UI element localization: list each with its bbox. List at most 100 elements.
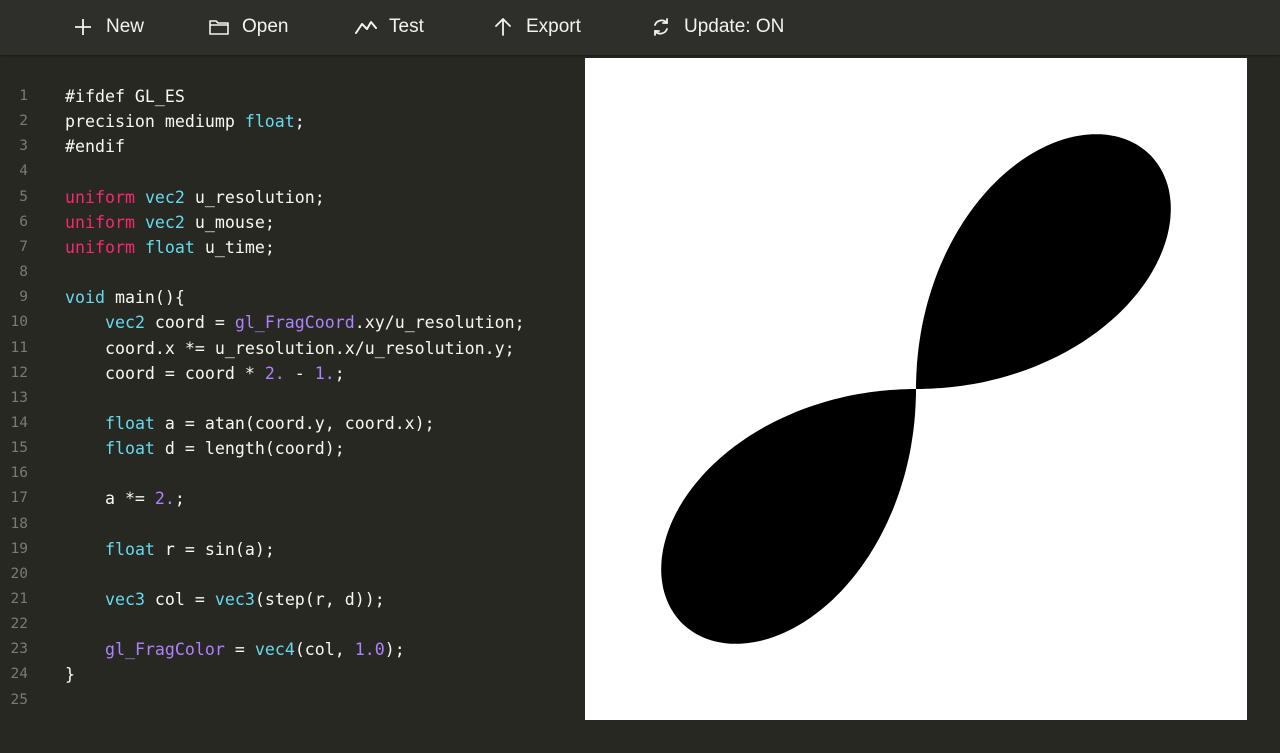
code-line[interactable]: 24} [0,662,584,687]
arrow-up-icon [492,16,514,38]
line-number: 5 [19,188,28,205]
code-text: vec3 col = vec3(step(r, d)); [65,587,385,612]
code-line[interactable]: 1 #ifdef GL_ES [0,84,584,109]
test-button-label: Test [389,15,424,37]
code-line[interactable]: 21 vec3 col = vec3(step(r, d)); [0,587,584,612]
code-token: (col, [294,640,355,660]
code-line[interactable]: 2 precision mediump float; [0,109,584,134]
new-button[interactable]: New [72,0,144,53]
line-number: 11 [10,339,28,356]
code-token: 2. [154,489,175,509]
code-text: } [65,662,75,687]
code-line[interactable]: 19 float r = sin(a); [0,537,584,562]
toolbar: New Open Test Export Update: ON [0,0,1280,55]
code-line[interactable]: 23 gl_FragColor = vec4(col, 1.0); [0,637,584,662]
code-line[interactable]: 8 [0,260,584,285]
open-button[interactable]: Open [208,0,288,53]
code-token: .xy/u_resolution; [354,313,525,333]
line-number: 22 [10,616,28,633]
code-line[interactable]: 9 void main(){ [0,285,584,310]
code-token: } [65,665,75,685]
code-token: float [104,439,155,459]
code-line[interactable]: 18 [0,512,584,537]
code-token: ; [174,489,185,509]
update-toggle[interactable]: Update: ON [650,0,784,53]
code-text: precision mediump float; [65,109,305,134]
code-token: precision mediump [65,112,245,132]
code-token: vec3 [104,590,145,609]
refresh-icon [650,16,672,38]
code-line[interactable]: 13 [0,386,584,411]
shader-preview-canvas[interactable] [585,58,1247,720]
open-button-label: Open [242,15,289,37]
code-token: #endif [65,137,125,157]
new-button-label: New [106,15,145,37]
code-line[interactable]: 3 #endif [0,134,584,159]
line-number: 7 [19,238,28,255]
code-text: uniform vec2 u_resolution; [65,185,325,210]
code-token: uniform [65,237,135,257]
code-token: d = length(coord); [154,439,345,459]
code-line[interactable]: 10 vec2 coord = gl_FragCoord.xy/u_resolu… [0,310,584,335]
code-line[interactable]: 4 [0,159,584,184]
code-token: gl_FragCoord [234,313,355,333]
line-number: 16 [10,465,28,482]
code-line[interactable]: 20 [0,562,584,587]
export-button[interactable]: Export [492,0,581,53]
line-number: 12 [10,364,28,381]
line-number: 24 [10,666,28,683]
code-text: uniform vec2 u_mouse; [65,210,275,235]
code-token: u_mouse; [184,212,275,232]
code-token: a *= [65,489,155,509]
code-token: 1. [314,363,335,383]
test-button[interactable]: Test [355,0,424,53]
code-line[interactable]: 14 float a = atan(coord.y, coord.x); [0,411,584,436]
code-text: #ifdef GL_ES [65,84,185,109]
code-token: ; [294,112,305,132]
line-number: 8 [19,264,28,281]
line-number: 23 [10,641,28,658]
code-text: coord = coord * 2. - 1.; [65,361,345,386]
code-token: coord = coord * [65,363,265,383]
code-token: 1.0 [354,640,385,660]
line-number: 18 [10,515,28,532]
code-line[interactable]: 6 uniform vec2 u_mouse; [0,210,584,235]
code-text: float r = sin(a); [65,537,275,562]
line-number: 3 [19,138,28,155]
code-text: gl_FragColor = vec4(col, 1.0); [65,637,405,662]
code-token: col = [144,590,215,609]
code-line[interactable]: 15 float d = length(coord); [0,436,584,461]
code-token: (step(r, d)); [254,590,385,609]
update-toggle-label: Update: ON [684,15,785,37]
code-token: vec2 [104,313,145,333]
preview-render [661,134,1171,644]
code-token: r = sin(a); [154,539,275,559]
line-number: 17 [10,490,28,507]
code-token: uniform [65,187,135,207]
code-text: float d = length(coord); [65,436,345,461]
code-line[interactable]: 7 uniform float u_time; [0,235,584,260]
code-line[interactable]: 11 coord.x *= u_resolution.x/u_resolutio… [0,336,584,361]
code-line[interactable]: 22 [0,612,584,637]
line-number: 10 [10,314,28,331]
line-number: 4 [19,163,28,180]
graph-icon [355,16,377,38]
code-line[interactable]: 5 uniform vec2 u_resolution; [0,185,584,210]
export-button-label: Export [526,15,581,37]
code-token: vec3 [214,590,255,609]
line-number: 15 [10,440,28,457]
code-text: coord.x *= u_resolution.x/u_resolution.y… [65,336,515,361]
code-line[interactable]: 16 [0,461,584,486]
code-token: u_time; [194,237,275,257]
code-editor[interactable]: 1 #ifdef GL_ES 2 precision mediump float; 3 #… [0,58,584,753]
code-line[interactable]: 12 coord = coord * 2. - 1.; [0,361,584,386]
line-number: 1 [19,88,28,104]
code-token: float [244,112,295,132]
code-line[interactable]: 25 [0,688,584,713]
code-line[interactable]: 17 a *= 2.; [0,486,584,511]
